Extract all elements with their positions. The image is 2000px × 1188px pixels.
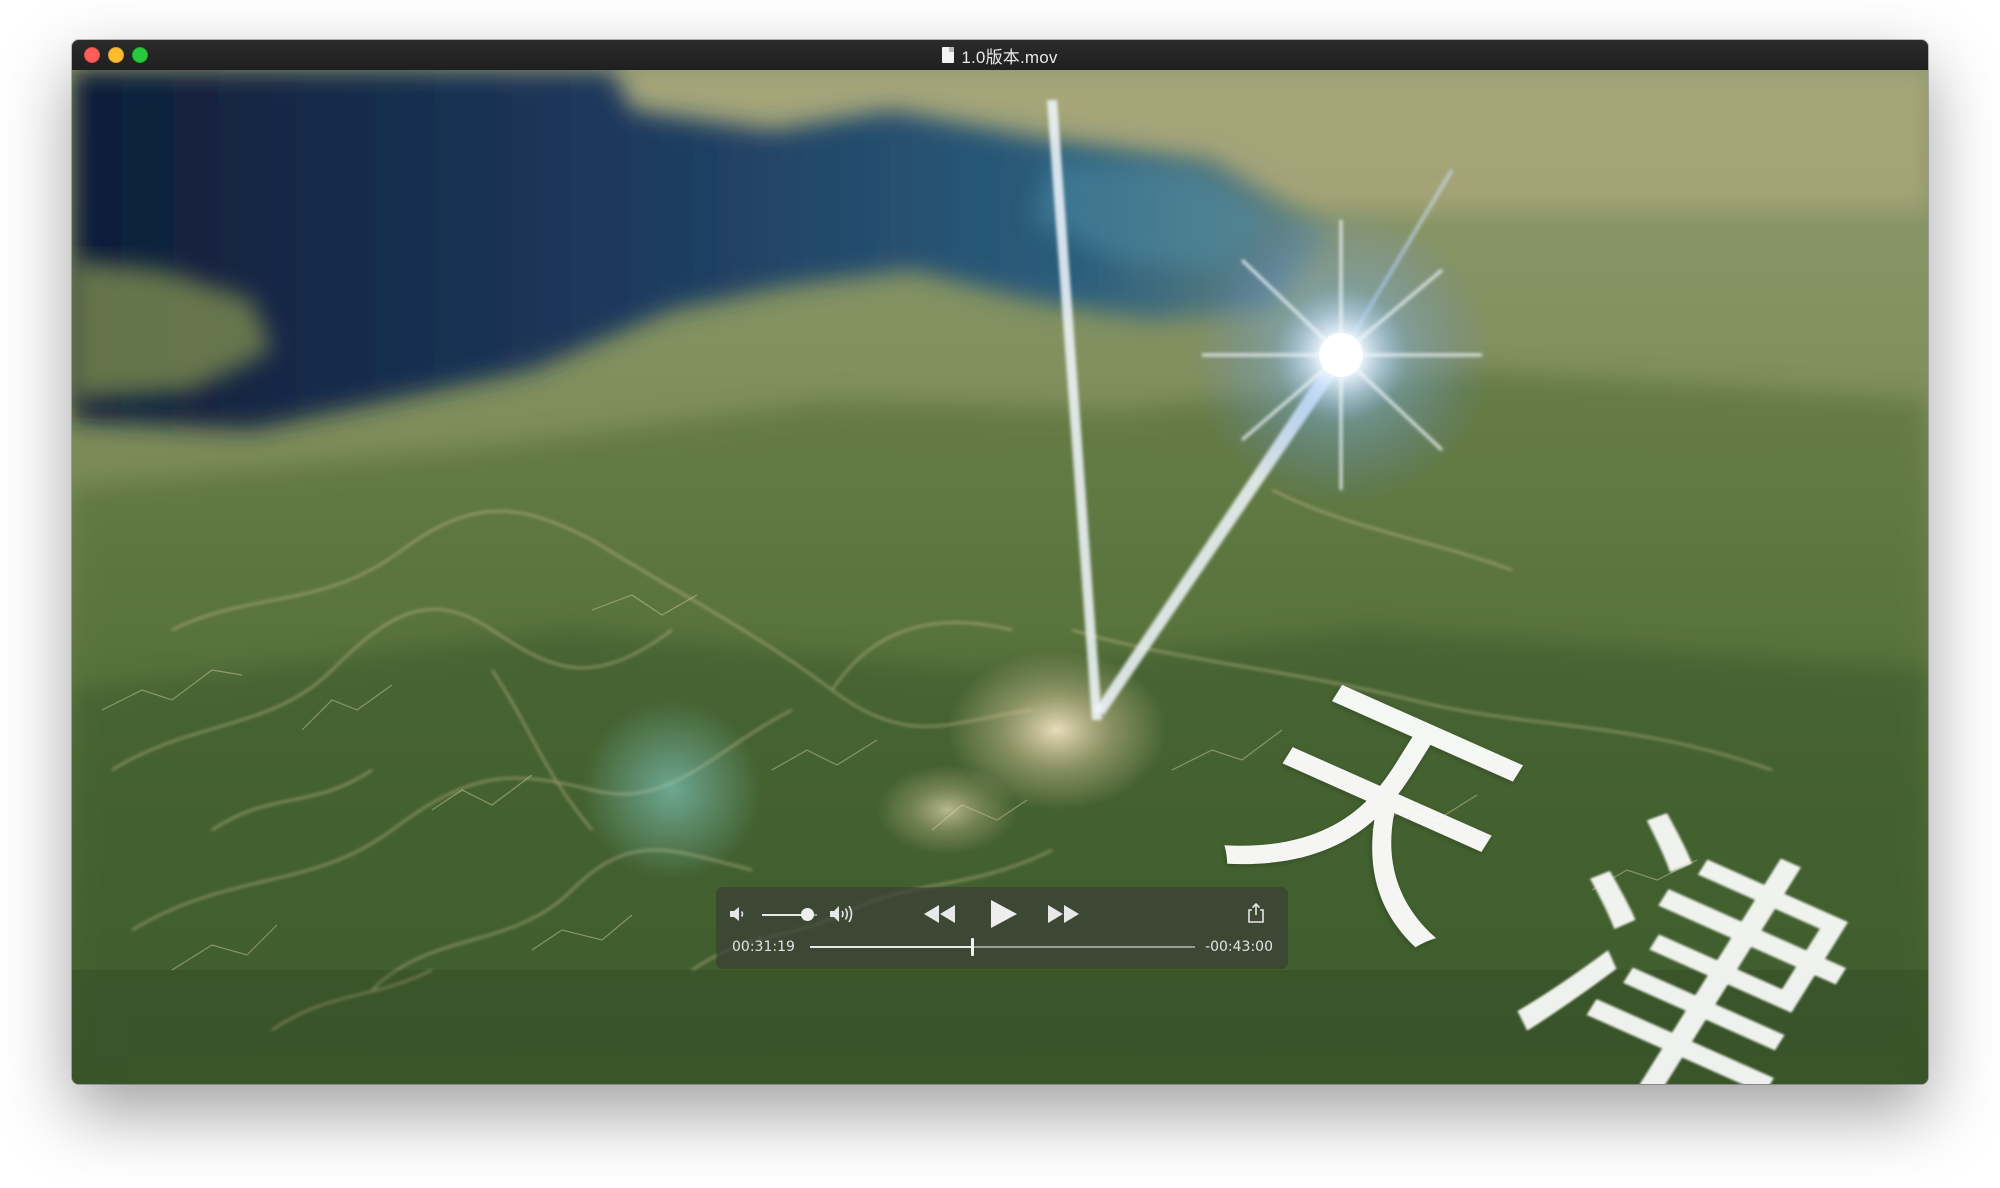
rewind-button[interactable] [922,903,958,925]
title-group: 1.0版本.mov [72,40,1928,70]
fast-forward-button[interactable] [1045,903,1081,925]
title-bar[interactable]: 1.0版本.mov [72,40,1928,71]
video-frame[interactable]: 天 津 00:31:19 -00:43:00 [72,70,1928,1084]
share-icon [1248,902,1264,923]
volume-knob[interactable] [801,908,815,921]
remaining-time: -00:43:00 [1205,939,1273,955]
playback-controls: 00:31:19 -00:43:00 [717,888,1287,968]
progress-fill [810,946,972,948]
speaker-low-icon[interactable] [729,906,747,922]
desktop: 1.0版本.mov 天 津 00:31:19 -00:43:00 [0,0,2000,1188]
progress-scrubber[interactable] [810,946,1195,948]
document-icon [942,47,955,63]
window-title: 1.0版本.mov [961,47,1058,67]
player-window: 1.0版本.mov 天 津 00:31:19 -00:43:00 [72,40,1928,1084]
current-time: 00:31:19 [732,939,795,955]
share-button[interactable] [1247,902,1265,924]
play-button[interactable] [987,898,1019,930]
speaker-high-icon[interactable] [829,905,857,923]
rewind-icon [924,905,955,923]
fast-forward-icon [1048,905,1079,923]
playhead[interactable] [970,938,974,956]
play-icon [991,900,1017,928]
